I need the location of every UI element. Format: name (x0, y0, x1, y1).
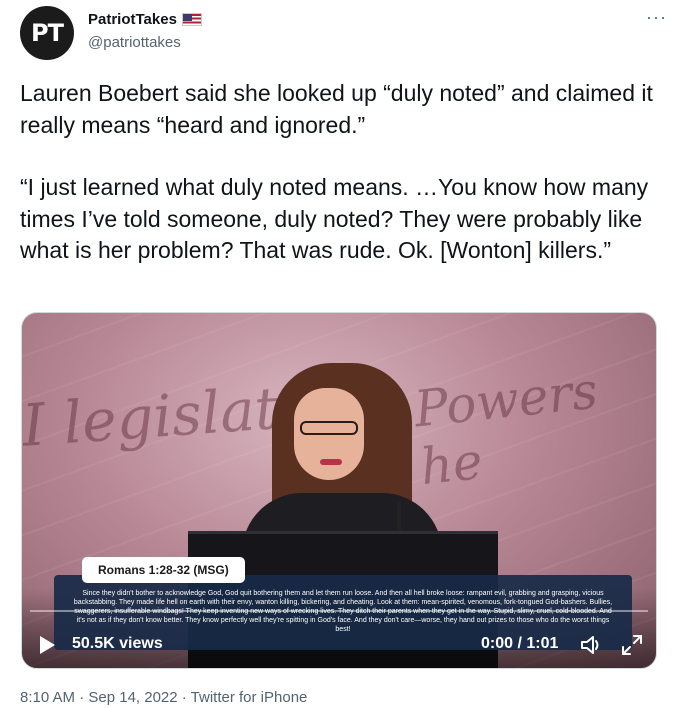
more-options-icon[interactable]: ··· (646, 8, 667, 26)
video-progress-bar[interactable] (30, 610, 648, 612)
tweet-text: Lauren Boebert said she looked up “duly … (20, 78, 670, 267)
scripture-title: Romans 1:28-32 (MSG) (82, 557, 245, 583)
tweet-header: PT PatriotTakes @patriottakes ··· (20, 6, 675, 62)
handle[interactable]: @patriottakes (88, 34, 181, 51)
play-icon[interactable] (40, 636, 55, 654)
tweet-timestamp[interactable]: 8:10 AM · Sep 14, 2022 · Twitter for iPh… (20, 689, 307, 706)
video-player[interactable]: I legislat Powers he Since they didn't b… (21, 312, 657, 669)
tweet-paragraph: Lauren Boebert said she looked up “duly … (20, 80, 653, 138)
name-row: PatriotTakes (88, 11, 202, 28)
volume-icon[interactable] (578, 632, 604, 658)
tweet-paragraph: “I just learned what duly noted means. …… (20, 174, 649, 263)
us-flag-icon (181, 13, 202, 26)
fullscreen-icon[interactable] (620, 633, 644, 657)
avatar[interactable]: PT (20, 6, 74, 60)
view-count: 50.5K views (72, 635, 163, 652)
display-name[interactable]: PatriotTakes (88, 11, 177, 28)
video-time: 0:00 / 1:01 (481, 635, 559, 652)
